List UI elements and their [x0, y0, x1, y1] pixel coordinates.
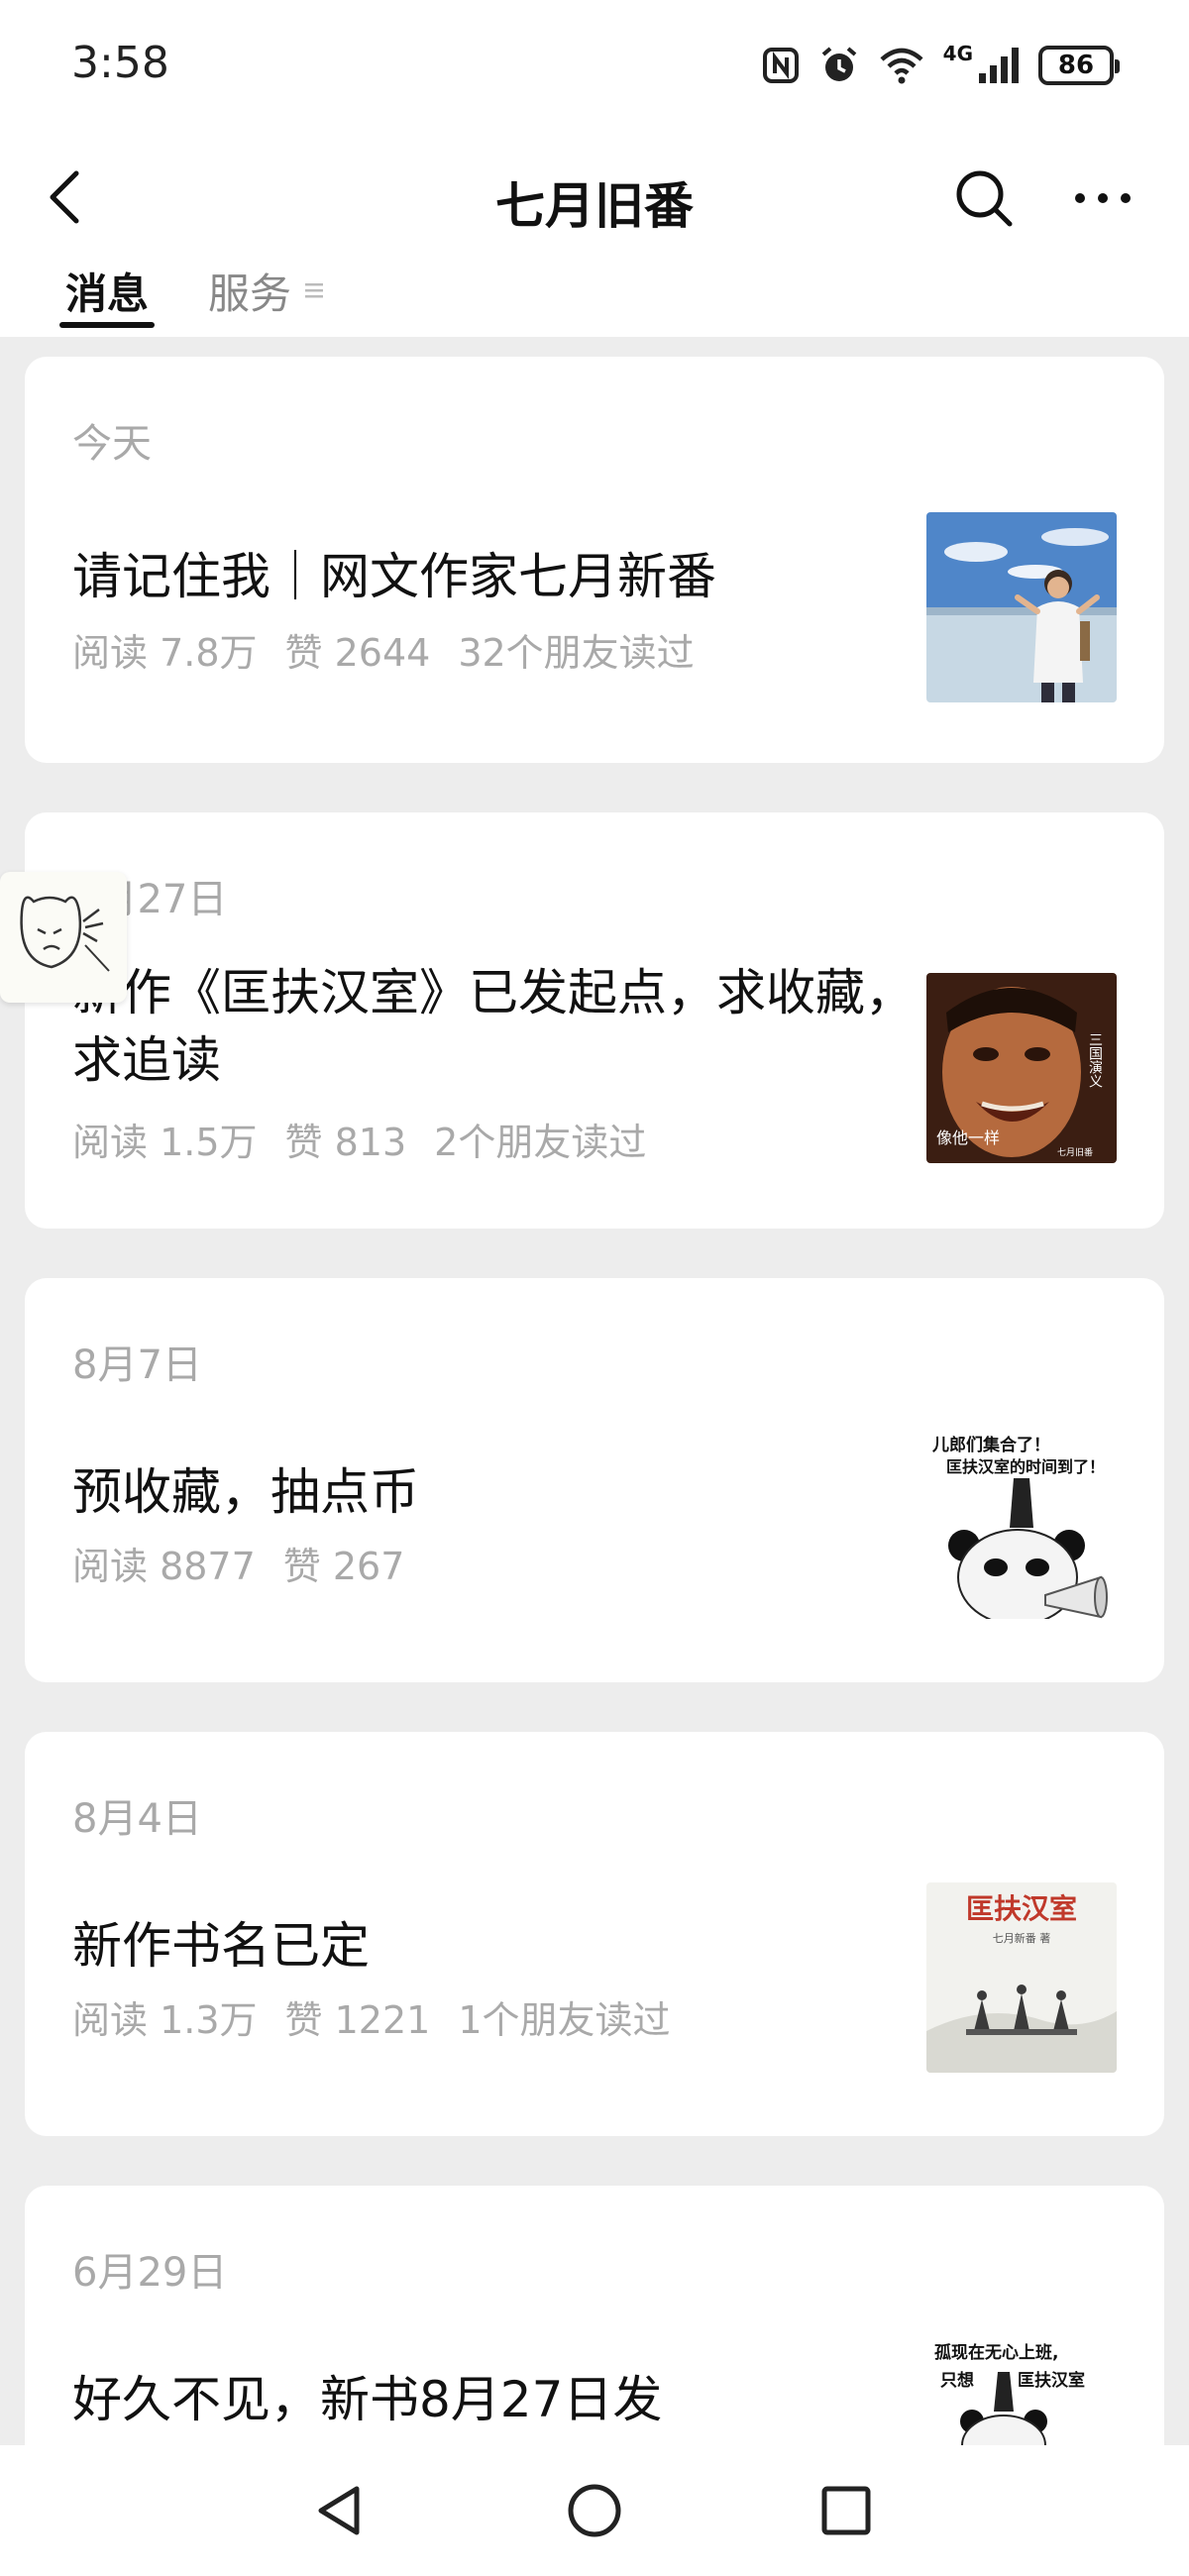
- article-title[interactable]: 新作书名已定: [72, 1912, 924, 1980]
- friends-read: 1个朋友读过: [458, 1998, 671, 2042]
- article-thumbnail[interactable]: [926, 512, 1117, 702]
- system-nav-bar: [0, 2445, 1189, 2576]
- more-dots-icon: [1075, 193, 1131, 203]
- wifi-icon: [878, 46, 925, 85]
- thumb-caption: 儿郎们集合了！: [931, 1435, 1050, 1455]
- article-title[interactable]: 好久不见，新书8月27日发: [72, 2366, 924, 2433]
- system-recents-button[interactable]: [811, 2475, 882, 2546]
- read-count: 阅读 1.5万: [72, 1121, 258, 1164]
- article-thumbnail[interactable]: 儿郎们集合了！ 匡扶汉室的时间到了！: [926, 1429, 1117, 1619]
- article-date: 6月29日: [72, 2250, 228, 2296]
- like-count: 赞 813: [284, 1121, 407, 1164]
- book-title: 匡扶汉室: [966, 1892, 1077, 1925]
- tab-services[interactable]: 服务: [208, 261, 291, 321]
- article-title[interactable]: 请记住我｜网文作家七月新番: [72, 543, 924, 610]
- thumb-caption: 只想: [940, 2370, 974, 2391]
- network-type: 4G: [942, 42, 973, 65]
- article-title[interactable]: 新作《匡扶汉室》已发起点，求收藏，求追读: [72, 959, 924, 1094]
- signal-icon: [977, 46, 1021, 85]
- battery-icon: 86: [1038, 46, 1120, 85]
- photo-icon: [926, 512, 1117, 702]
- status-icons: 4G 86: [761, 40, 1120, 91]
- thumb-caption: 匡扶汉室: [1018, 2370, 1085, 2391]
- like-count: 赞 2644: [284, 631, 431, 675]
- article-card[interactable]: 8月27日 新作《匡扶汉室》已发起点，求收藏，求追读 阅读 1.5万赞 813 2…: [25, 812, 1164, 1229]
- article-feed: 今天 请记住我｜网文作家七月新番 阅读 7.8万赞 2644 32个朋友读过 8…: [25, 357, 1164, 2532]
- doodle-cat-icon: [20, 896, 110, 972]
- thumb-caption: 像他一样: [936, 1128, 1000, 1147]
- article-meta: 阅读 1.5万赞 813 2个朋友读过: [72, 1112, 674, 1166]
- article-date: 今天: [72, 421, 152, 467]
- friends-read: 2个朋友读过: [434, 1121, 647, 1164]
- square-recents-icon: [821, 2486, 871, 2535]
- thumb-caption: 孤现在无心上班,: [934, 2342, 1058, 2363]
- thumb-watermark: 七月旧番: [1057, 1146, 1093, 1158]
- article-card[interactable]: 8月7日 预收藏，抽点币 阅读 8877 赞 267 儿郎们集合了！ 匡扶汉室的时…: [25, 1278, 1164, 1682]
- thumb-caption: 三国演义: [1087, 1032, 1103, 1088]
- article-title[interactable]: 预收藏，抽点币: [72, 1458, 924, 1526]
- meme-face-icon: 三国演义 像他一样 七月旧番: [926, 973, 1117, 1163]
- triangle-back-icon: [318, 2486, 360, 2535]
- alarm-icon: [818, 45, 860, 86]
- book-cover-icon: 匡扶汉室 七月新番 著: [926, 1882, 1117, 2073]
- article-date: 8月7日: [72, 1342, 202, 1388]
- status-bar: 3:58 4G 86: [0, 0, 1189, 129]
- article-meta: 阅读 8877 赞 267: [72, 1536, 460, 1590]
- system-back-button[interactable]: [303, 2475, 375, 2546]
- nfc-icon: [761, 46, 801, 85]
- more-button[interactable]: [1065, 161, 1140, 236]
- read-count: 阅读 8877: [72, 1545, 256, 1588]
- friends-read: 32个朋友读过: [458, 631, 695, 675]
- article-card[interactable]: 今天 请记住我｜网文作家七月新番 阅读 7.8万赞 2644 32个朋友读过: [25, 357, 1164, 763]
- search-icon: [956, 170, 1013, 227]
- panda-meme-icon: 儿郎们集合了！ 匡扶汉室的时间到了！: [926, 1429, 1117, 1619]
- book-author: 七月新番 著: [993, 1931, 1051, 1945]
- article-meta: 阅读 1.3万赞 1221 1个朋友读过: [72, 1989, 699, 2044]
- read-count: 阅读 1.3万: [72, 1998, 258, 2042]
- floating-sticker[interactable]: [0, 872, 127, 1003]
- like-count: 赞 267: [282, 1545, 405, 1588]
- tab-bar: 消息 服务: [0, 243, 1189, 337]
- read-count: 阅读 7.8万: [72, 631, 258, 675]
- status-time: 3:58: [71, 38, 169, 88]
- article-card[interactable]: 8月4日 新作书名已定 阅读 1.3万赞 1221 1个朋友读过 匡扶汉室 七月新…: [25, 1732, 1164, 2136]
- menu-icon[interactable]: [303, 280, 325, 300]
- article-card[interactable]: 6月29日 好久不见，新书8月27日发 孤现在无心上班, 只想 匡扶汉室: [25, 2186, 1164, 2483]
- circle-home-icon: [568, 2484, 621, 2537]
- article-thumbnail[interactable]: 三国演义 像他一样 七月旧番: [926, 973, 1117, 1163]
- thumb-caption: 匡扶汉室的时间到了！: [946, 1457, 1105, 1476]
- article-date: 8月4日: [72, 1796, 202, 1842]
- active-tab-indicator: [59, 322, 155, 328]
- tab-messages[interactable]: 消息: [65, 261, 149, 321]
- system-home-button[interactable]: [559, 2475, 630, 2546]
- article-thumbnail[interactable]: 匡扶汉室 七月新番 著: [926, 1882, 1117, 2073]
- like-count: 赞 1221: [284, 1998, 431, 2042]
- article-meta: 阅读 7.8万赞 2644 32个朋友读过: [72, 622, 722, 677]
- search-button[interactable]: [946, 161, 1022, 236]
